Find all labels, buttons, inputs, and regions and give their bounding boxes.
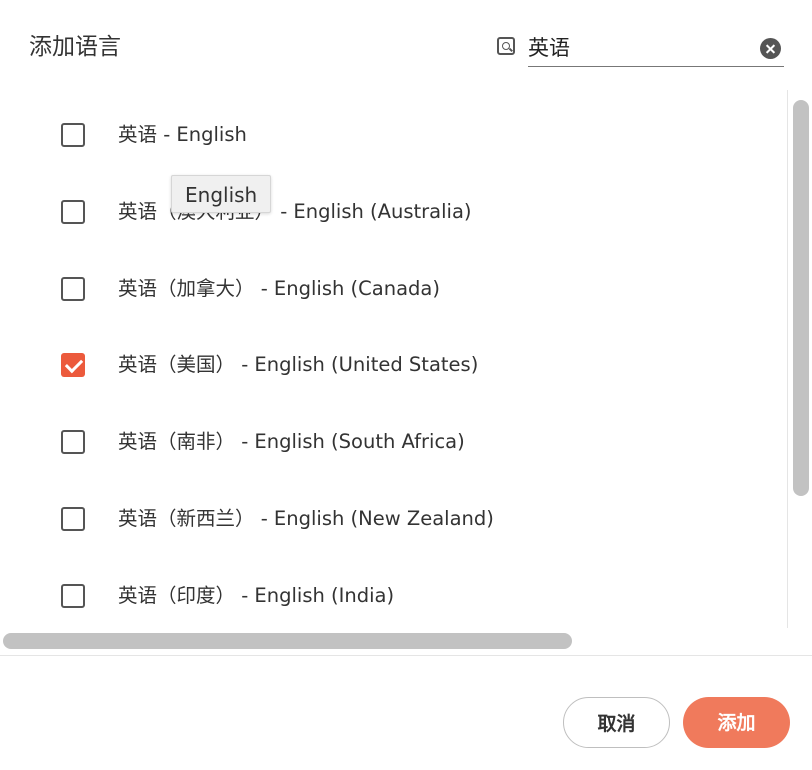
horizontal-scrollbar[interactable]	[0, 630, 787, 652]
language-list[interactable]: 英语 - English 英语（澳大利亚） - English (Austral…	[0, 90, 788, 628]
add-language-dialog: 添加语言 英语 - English 英语（澳大利亚） - English (Au…	[0, 0, 812, 770]
vertical-scrollbar[interactable]	[790, 92, 812, 628]
search-icon	[497, 37, 515, 55]
search-underline	[528, 66, 784, 67]
list-item[interactable]: 英语（新西兰） - English (New Zealand)	[0, 488, 787, 548]
vertical-scrollbar-thumb[interactable]	[793, 100, 809, 496]
list-item[interactable]: 英语（澳大利亚） - English (Australia)	[0, 181, 787, 241]
language-label: 英语（新西兰） - English (New Zealand)	[118, 507, 494, 530]
cancel-button[interactable]: 取消	[563, 697, 670, 748]
language-label: 英语（印度） - English (India)	[118, 584, 395, 607]
language-label: 英语（加拿大） - English (Canada)	[118, 277, 440, 300]
language-label: 英语（南非） - English (South Africa)	[118, 430, 465, 453]
tooltip: English	[171, 175, 272, 213]
horizontal-scrollbar-thumb[interactable]	[3, 633, 572, 649]
list-item[interactable]: 英语（加拿大） - English (Canada)	[0, 258, 787, 318]
list-item[interactable]: 英语（印度） - English (India)	[0, 565, 787, 625]
checkbox[interactable]	[61, 430, 85, 454]
language-label: 英语（美国） - English (United States)	[118, 353, 479, 376]
dialog-header: 添加语言	[0, 0, 812, 90]
language-label: 英语 - English	[118, 123, 247, 146]
checkbox[interactable]	[61, 277, 85, 301]
add-button[interactable]: 添加	[683, 697, 790, 748]
search-input[interactable]	[528, 28, 755, 65]
search-box	[497, 28, 785, 68]
checkbox-checked[interactable]	[61, 353, 85, 377]
clear-search-icon[interactable]	[760, 38, 781, 59]
checkbox[interactable]	[61, 584, 85, 608]
list-item[interactable]: 英语（美国） - English (United States)	[0, 334, 787, 394]
dialog-title: 添加语言	[29, 34, 121, 60]
checkbox[interactable]	[61, 507, 85, 531]
checkbox[interactable]	[61, 200, 85, 224]
checkbox[interactable]	[61, 123, 85, 147]
list-item[interactable]: 英语 - English	[0, 104, 787, 164]
list-item[interactable]: 英语（南非） - English (South Africa)	[0, 411, 787, 471]
footer-divider	[0, 655, 812, 656]
